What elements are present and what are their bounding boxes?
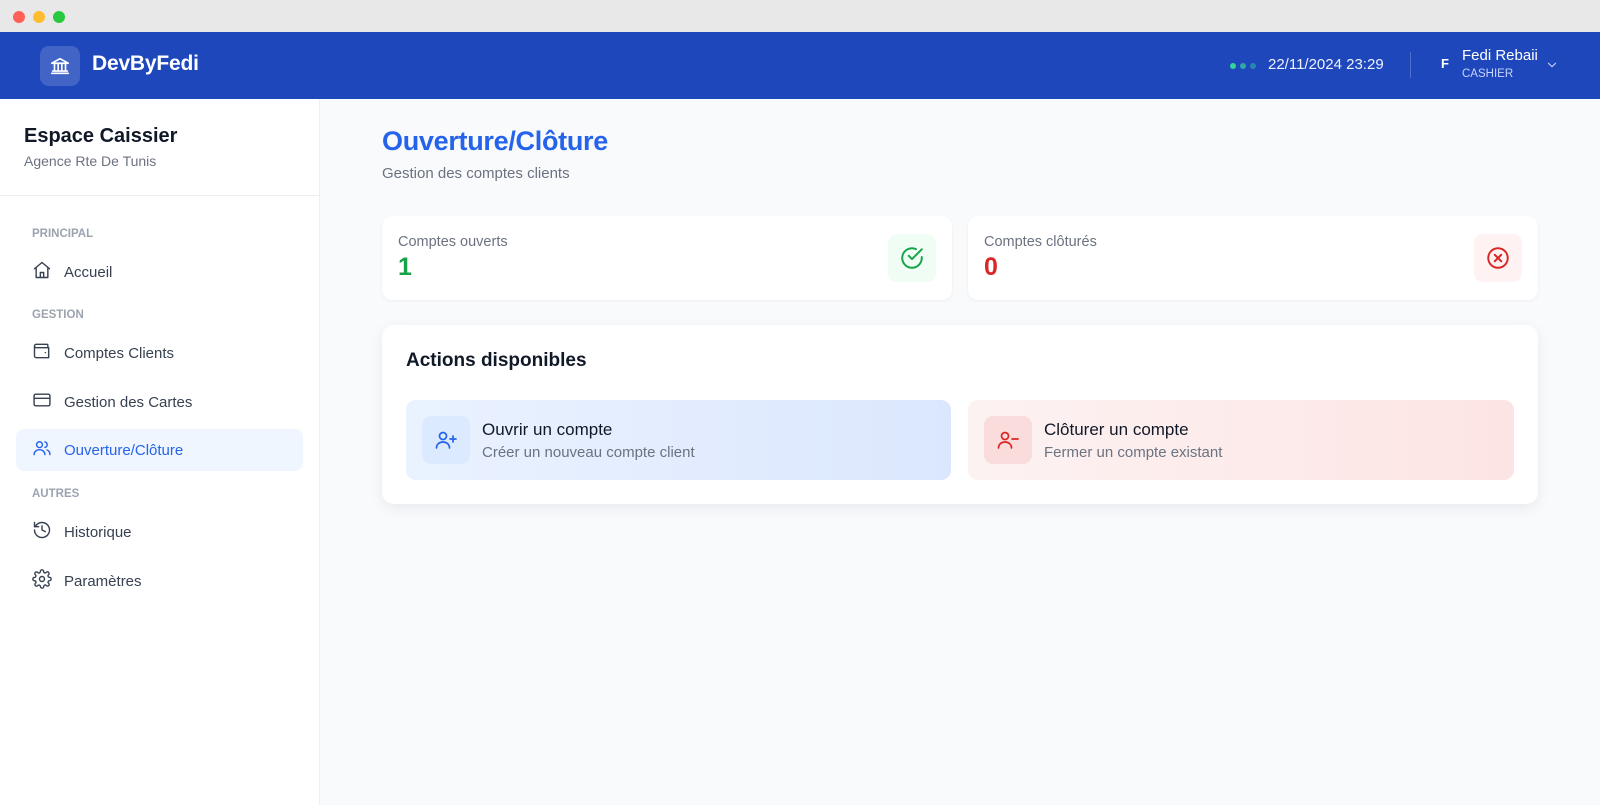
check-circle-icon xyxy=(888,234,936,282)
action-description: Créer un nouveau compte client xyxy=(482,444,695,461)
action-title: Clôturer un compte xyxy=(1044,420,1189,439)
user-avatar[interactable]: F xyxy=(1436,56,1454,71)
section-label-principal: PRINCIPAL xyxy=(32,228,94,240)
sidebar-item-label: Accueil xyxy=(64,263,113,281)
sidebar-title: Espace Caissier xyxy=(24,125,178,147)
wallet-icon xyxy=(32,341,64,365)
sidebar-item-accueil[interactable]: Accueil xyxy=(16,251,303,293)
status-indicator xyxy=(1230,63,1256,69)
page-subtitle: Gestion des comptes clients xyxy=(382,165,570,182)
window-titlebar xyxy=(0,0,1600,32)
credit-card-icon xyxy=(32,390,64,414)
sidebar-item-label: Gestion des Cartes xyxy=(64,393,193,411)
section-label-autres: AUTRES xyxy=(32,488,80,500)
actions-title: Actions disponibles xyxy=(406,350,587,371)
stat-card-comptes-clotures: Comptes clôturés 0 xyxy=(968,216,1538,300)
sidebar-divider xyxy=(0,195,320,196)
sidebar-item-label: Paramètres xyxy=(64,572,142,590)
users-icon xyxy=(32,438,64,462)
sidebar-item-comptes-clients[interactable]: Comptes Clients xyxy=(16,332,303,374)
close-account-button[interactable]: Clôturer un compte Fermer un compte exis… xyxy=(968,400,1514,480)
sidebar-item-label: Comptes Clients xyxy=(64,344,175,362)
action-description: Fermer un compte existant xyxy=(1044,444,1223,461)
sidebar-item-label: Historique xyxy=(64,523,132,541)
user-plus-icon xyxy=(422,416,470,464)
user-role: CASHIER xyxy=(1462,68,1514,80)
user-minus-icon xyxy=(984,416,1032,464)
stat-card-comptes-ouverts: Comptes ouverts 1 xyxy=(382,216,952,300)
x-circle-icon xyxy=(1474,234,1522,282)
action-title: Ouvrir un compte xyxy=(482,420,613,439)
stat-label: Comptes ouverts xyxy=(398,234,508,250)
open-account-button[interactable]: Ouvrir un compte Créer un nouveau compte… xyxy=(406,400,951,480)
sidebar-item-label: Ouverture/Clôture xyxy=(64,441,184,459)
current-datetime: 22/11/2024 23:29 xyxy=(1268,56,1384,73)
sidebar-item-ouverture-cloture[interactable]: Ouverture/Clôture xyxy=(16,429,303,471)
window-close-button[interactable] xyxy=(13,11,25,23)
bank-icon[interactable] xyxy=(40,46,80,86)
window-minimize-button[interactable] xyxy=(33,11,45,23)
chevron-down-icon[interactable] xyxy=(1545,58,1559,77)
actions-panel: Actions disponibles Ouvrir un compte Cré… xyxy=(382,325,1538,504)
window-maximize-button[interactable] xyxy=(53,11,65,23)
header-divider xyxy=(1410,52,1411,78)
home-icon xyxy=(32,260,64,284)
page-title: Ouverture/Clôture xyxy=(382,126,608,156)
top-header: DevByFedi 22/11/2024 23:29 F Fedi Rebaii… xyxy=(0,32,1600,99)
user-name[interactable]: Fedi Rebaii xyxy=(1462,47,1538,64)
sidebar-item-historique[interactable]: Historique xyxy=(16,511,303,553)
stat-value: 1 xyxy=(398,253,412,281)
stat-value: 0 xyxy=(984,253,998,281)
sidebar: Espace Caissier Agence Rte De Tunis PRIN… xyxy=(0,99,320,805)
stat-label: Comptes clôturés xyxy=(984,234,1097,250)
settings-icon xyxy=(32,569,64,593)
brand-name[interactable]: DevByFedi xyxy=(92,52,199,76)
section-label-gestion: GESTION xyxy=(32,309,84,321)
sidebar-item-gestion-cartes[interactable]: Gestion des Cartes xyxy=(16,381,303,423)
sidebar-subtitle: Agence Rte De Tunis xyxy=(24,153,157,169)
sidebar-item-parametres[interactable]: Paramètres xyxy=(16,560,303,602)
history-icon xyxy=(32,520,64,544)
